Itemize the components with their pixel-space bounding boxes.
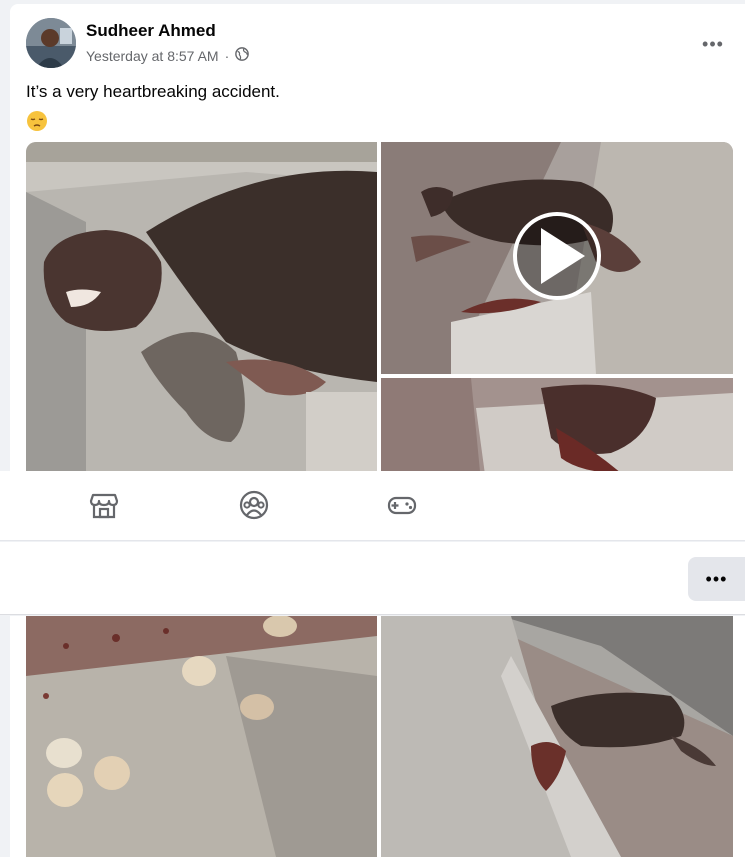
post-text: It’s a very heartbreaking accident. [26, 82, 280, 101]
photo-turtle-blood[interactable] [381, 378, 733, 474]
pensive-face-icon [26, 110, 48, 132]
post-timestamp[interactable]: Yesterday at 8:57 AM [86, 48, 219, 64]
post-options-button[interactable]: ••• [695, 26, 731, 62]
groups-icon[interactable] [238, 489, 270, 521]
photo-turtle-closeup[interactable] [26, 142, 377, 474]
post-meta: Yesterday at 8:57 AM · [86, 47, 250, 64]
globe-icon[interactable] [235, 47, 250, 64]
page: Sudheer Ahmed Yesterday at 8:57 AM · •••… [0, 0, 745, 857]
post-card: Sudheer Ahmed Yesterday at 8:57 AM · •••… [10, 4, 745, 474]
photo-eggs-on-sand[interactable] [26, 616, 377, 857]
play-icon[interactable] [513, 212, 601, 300]
gaming-icon[interactable] [386, 489, 418, 521]
author-name[interactable]: Sudheer Ahmed [86, 21, 216, 41]
post-card-photos-continued [10, 616, 745, 857]
bottom-nav-bar [0, 471, 745, 541]
video-turtle-on-curb[interactable] [381, 142, 733, 374]
menu-strip: ••• [0, 542, 745, 615]
photo-grid-2 [26, 616, 733, 857]
photo-turtle-roadside[interactable] [381, 616, 733, 857]
meta-separator: · [224, 47, 230, 64]
more-options-button[interactable]: ••• [688, 557, 745, 601]
author-avatar[interactable] [26, 18, 76, 68]
photo-grid [26, 142, 733, 474]
marketplace-icon[interactable] [88, 489, 120, 521]
